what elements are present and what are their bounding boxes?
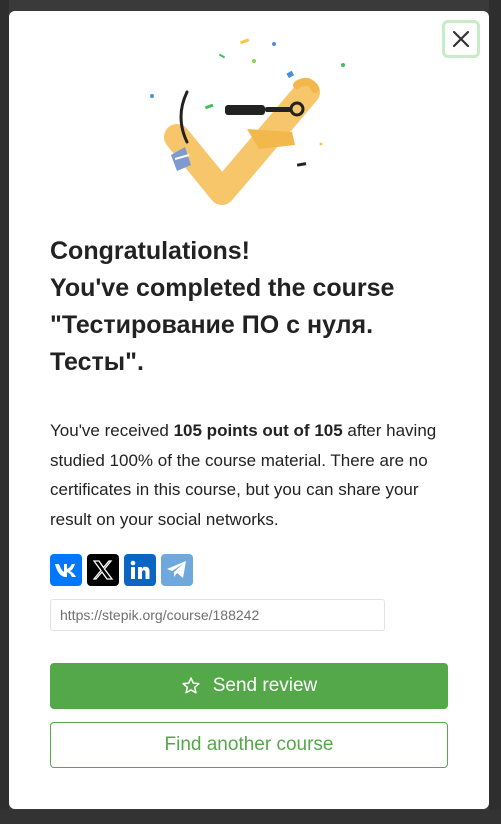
celebration-illustration <box>150 38 345 205</box>
congrats-headline: Congratulations! You've completed the co… <box>50 233 450 381</box>
linkedin-icon <box>130 560 150 579</box>
send-review-label: Send review <box>212 675 318 696</box>
completion-message: You've received 105 points out of 105 af… <box>50 416 460 534</box>
social-share-row <box>50 554 193 586</box>
find-course-label: Find another course <box>164 734 334 755</box>
star-icon <box>182 677 200 694</box>
share-vk-button[interactable] <box>50 554 82 586</box>
backdrop-left <box>0 0 9 824</box>
close-button[interactable] <box>442 20 480 58</box>
message-prefix: You've received <box>50 421 174 440</box>
x-icon <box>92 560 114 580</box>
completion-modal: Congratulations! You've completed the co… <box>9 11 489 809</box>
vk-icon <box>55 564 76 577</box>
points-value: 105 points out of 105 <box>173 421 343 440</box>
headline-line-4: Тесты". <box>50 348 144 376</box>
backdrop-bottom <box>0 810 501 824</box>
share-x-button[interactable] <box>87 554 119 586</box>
headline-line-2: You've completed the course <box>50 274 395 302</box>
headline-line-3: "Тестирование ПО с нуля. <box>50 311 374 339</box>
share-linkedin-button[interactable] <box>124 554 156 586</box>
headline-line-1: Congratulations! <box>50 237 250 265</box>
backdrop-right <box>489 0 501 824</box>
course-link-field[interactable] <box>50 599 385 631</box>
share-telegram-button[interactable] <box>161 554 193 586</box>
find-another-course-button[interactable]: Find another course <box>50 722 448 768</box>
close-icon <box>452 30 470 48</box>
telegram-icon <box>167 561 186 578</box>
send-review-button[interactable]: Send review <box>50 663 448 709</box>
